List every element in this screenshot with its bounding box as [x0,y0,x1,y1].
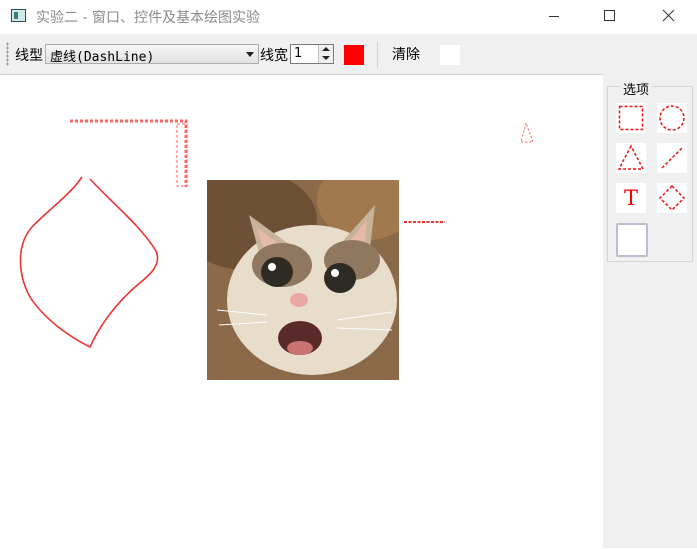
text-tool-button[interactable]: T [616,183,646,213]
dashed-circle-icon [659,105,685,131]
text-icon: T [623,186,638,210]
fill-color-button[interactable] [440,45,460,65]
minimize-button[interactable] [531,0,577,32]
dashed-polyline-shape [70,119,188,187]
line-width-label: 线宽 [260,48,288,64]
triangle-tool-button[interactable] [616,143,646,173]
chevron-down-icon [246,52,254,57]
dashed-triangle-icon [617,144,645,170]
options-group-title: 选项 [620,79,653,98]
clear-button[interactable]: 清除 [386,42,430,66]
image-tool-button[interactable] [616,223,648,257]
line-type-value: 虚线(DashLine) [50,50,155,65]
dashed-line-icon [661,147,683,169]
side-panel: 选项 T [603,74,697,548]
maximize-icon [604,10,615,21]
line-tool-button[interactable] [657,143,687,173]
dashed-rectangle-icon [618,105,644,131]
maximize-button[interactable] [587,0,633,32]
spin-up-icon[interactable] [322,47,330,51]
freehand-stroke [19,176,159,349]
toolbar-separator [377,42,378,68]
rectangle-tool-button[interactable] [616,103,646,133]
app-icon [11,9,26,22]
title-bar: 实验二 - 窗口、控件及基本绘图实验 [0,0,697,34]
spin-down-icon[interactable] [322,56,330,60]
ellipse-tool-button[interactable] [657,103,687,133]
line-type-combobox[interactable]: 虚线(DashLine) [45,44,259,65]
line-width-spinbox[interactable]: 1 [290,44,334,64]
minimize-icon [549,16,559,17]
close-button[interactable] [645,0,691,32]
cat-illustration [207,180,399,380]
window-title: 实验二 - 窗口、控件及基本绘图实验 [36,10,260,26]
toolbar-grip-handle[interactable] [6,42,9,66]
diamond-tool-button[interactable] [657,183,687,213]
pen-color-button[interactable] [344,45,364,65]
line-width-value: 1 [294,46,303,61]
spin-buttons [318,45,333,63]
dashed-triangle-shape [520,121,534,143]
dashed-diamond-icon [658,184,686,212]
drawing-canvas[interactable] [0,74,603,549]
cat-photo [207,180,399,380]
options-group: 选项 T [607,79,693,262]
close-icon [662,9,675,22]
toolbar: 线型 虚线(DashLine) 线宽 1 清除 [0,34,697,74]
line-type-label: 线型 [15,48,43,64]
